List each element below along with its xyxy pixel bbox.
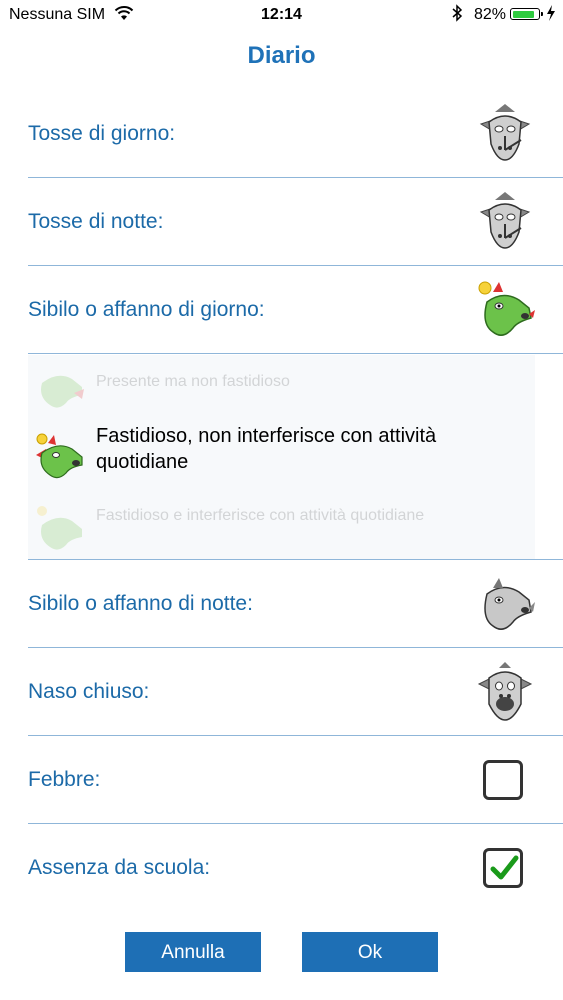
row-school-absence[interactable]: Assenza da scuola:: [28, 824, 563, 912]
green-dragon-icon: [37, 506, 82, 550]
bluetooth-icon: [452, 4, 463, 22]
status-bar: Nessuna SIM 12:14 82%: [0, 0, 563, 32]
row-wheeze-night[interactable]: Sibilo o affanno di notte:: [28, 560, 563, 648]
gray-creature-icon[interactable]: [473, 102, 537, 166]
cancel-button[interactable]: Annulla: [125, 932, 261, 972]
row-label: Febbre:: [28, 768, 101, 791]
row-cough-night[interactable]: Tosse di notte:: [28, 178, 563, 266]
ok-button[interactable]: Ok: [302, 932, 438, 972]
picker-option-selected[interactable]: Fastidioso, non interferisce con attivit…: [28, 355, 535, 505]
battery-percent: 82%: [474, 6, 507, 23]
severity-picker[interactable]: Presente ma non fastidioso Fastidioso, n…: [28, 355, 535, 559]
gray-creature-icon[interactable]: [473, 190, 537, 254]
row-wheeze-day[interactable]: Sibilo o affanno di giorno:: [28, 266, 563, 354]
row-divider: [28, 353, 563, 354]
page-title: Diario: [247, 42, 316, 69]
charging-bolt-icon: [547, 5, 555, 21]
row-fever[interactable]: Febbre:: [28, 736, 563, 824]
green-dragon-icon[interactable]: [473, 278, 537, 342]
row-label: Tosse di notte:: [28, 210, 164, 233]
row-stuffy-nose[interactable]: Naso chiuso:: [28, 648, 563, 736]
picker-option-label: Fastidioso, non interferisce con attivit…: [96, 425, 437, 473]
battery-fill: [512, 10, 534, 18]
row-cough-day[interactable]: Tosse di giorno:: [28, 90, 563, 178]
green-dragon-icon: [36, 433, 83, 479]
picker-option[interactable]: Fastidioso e interferisce con attività q…: [28, 501, 535, 559]
row-label: Sibilo o affanno di notte:: [28, 592, 253, 615]
gray-dragon-icon[interactable]: [473, 572, 537, 636]
row-label: Sibilo o affanno di giorno:: [28, 298, 265, 321]
battery-icon: [510, 8, 543, 20]
picker-option-label: Fastidioso e interferisce con attività q…: [96, 507, 425, 524]
checkmark-icon: [490, 855, 519, 880]
row-label: Assenza da scuola:: [28, 856, 211, 879]
row-label: Naso chiuso:: [28, 680, 150, 703]
school-absence-checkbox[interactable]: [483, 848, 523, 888]
fever-checkbox[interactable]: [483, 760, 523, 800]
row-label: Tosse di giorno:: [28, 122, 176, 145]
gray-dragon-face-icon[interactable]: [473, 660, 537, 724]
